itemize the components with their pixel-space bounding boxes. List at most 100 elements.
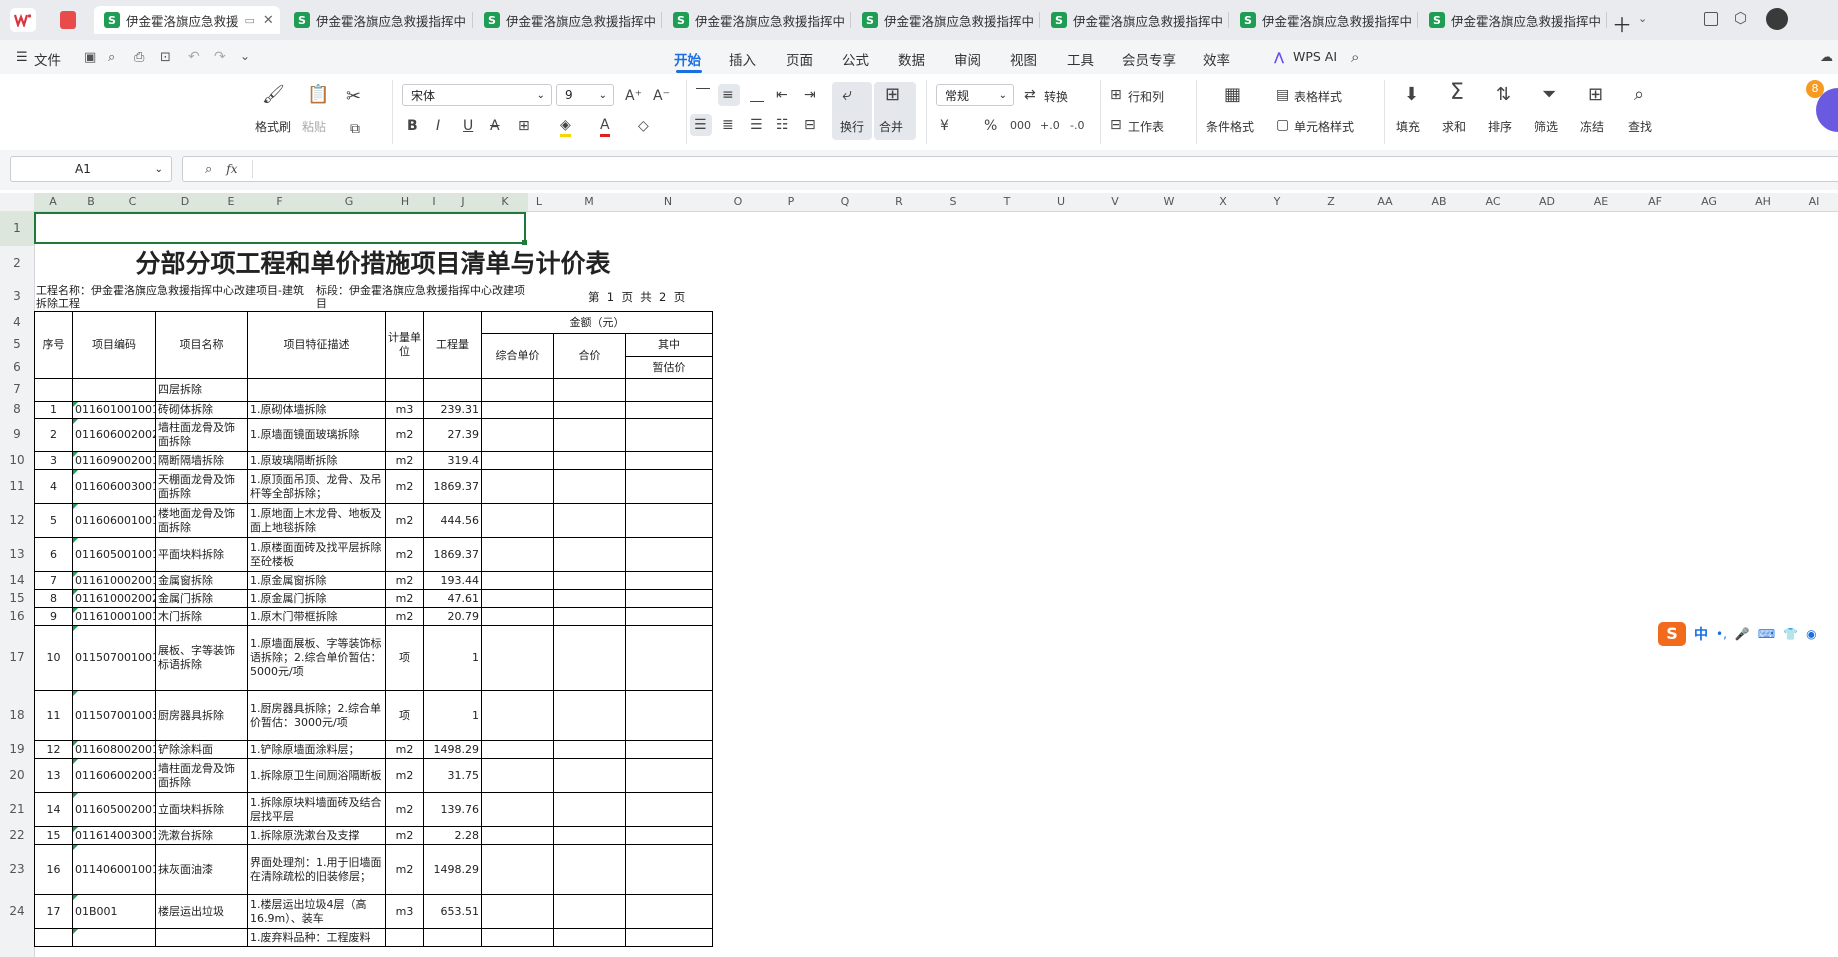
table-row[interactable]: 12 011608002001 铲除涂料面 1.铲除原墙面涂料层； m2 1498.29: [34, 740, 713, 759]
column-header[interactable]: AE: [1574, 193, 1628, 211]
item-total[interactable]: [553, 589, 626, 608]
item-estimate[interactable]: [625, 537, 713, 572]
tab-document[interactable]: S 伊金霍洛旗应急救援指挥中: [1419, 6, 1603, 34]
rows-columns-label[interactable]: 行和列: [1128, 88, 1164, 105]
item-code[interactable]: 011614003001: [72, 826, 156, 845]
item-name[interactable]: 天棚面龙骨及饰面拆除: [155, 469, 248, 504]
item-desc[interactable]: 1.原墙面镜面玻璃拆除: [247, 418, 386, 452]
column-header[interactable]: L: [528, 193, 550, 211]
item-code[interactable]: 011605001001: [72, 537, 156, 572]
item-seq[interactable]: 3: [34, 451, 73, 470]
row-header[interactable]: 19: [0, 740, 34, 758]
item-seq[interactable]: 17: [34, 894, 73, 929]
item-desc[interactable]: 1.原地面上木龙骨、地板及面上地毯拆除: [247, 503, 386, 538]
item-estimate[interactable]: [625, 690, 713, 741]
item-estimate[interactable]: [625, 758, 713, 793]
column-header[interactable]: AH: [1736, 193, 1790, 211]
item-code[interactable]: 011606002002: [72, 418, 156, 452]
row-header[interactable]: 15: [0, 589, 34, 607]
row-header[interactable]: 1: [0, 211, 34, 246]
item-unit-price[interactable]: [481, 607, 554, 626]
column-header[interactable]: Y: [1250, 193, 1304, 211]
filter-label[interactable]: 筛选: [1534, 118, 1558, 135]
item-unit[interactable]: m2: [385, 740, 424, 759]
menu-review[interactable]: 审阅: [954, 49, 981, 69]
column-header[interactable]: AI: [1790, 193, 1838, 211]
font-color-icon[interactable]: A: [600, 116, 610, 137]
font-size-select[interactable]: 9 ⌄: [556, 84, 614, 106]
item-unit[interactable]: m2: [385, 589, 424, 608]
item-total[interactable]: [553, 607, 626, 626]
item-unit-price[interactable]: [481, 418, 554, 452]
column-header[interactable]: I: [424, 193, 444, 211]
item-qty[interactable]: 1869.37: [423, 537, 482, 572]
item-code[interactable]: 011606001001: [72, 503, 156, 538]
find-icon[interactable]: ⌕: [1634, 86, 1644, 104]
item-name[interactable]: 砖砌体拆除: [155, 401, 248, 419]
chevron-down-icon[interactable]: ⌄: [1638, 12, 1647, 25]
item-unit-price[interactable]: [481, 503, 554, 538]
item-qty[interactable]: 1: [423, 690, 482, 741]
item-total[interactable]: [553, 826, 626, 845]
cube-icon[interactable]: ⬡: [1734, 9, 1747, 27]
menu-insert[interactable]: 插入: [729, 49, 756, 69]
item-seq[interactable]: 10: [34, 625, 73, 691]
item-seq[interactable]: 7: [34, 571, 73, 590]
menu-wps-ai[interactable]: WPS AI: [1293, 49, 1337, 64]
decrease-font-icon[interactable]: A⁻: [653, 87, 670, 105]
merge-cells-label[interactable]: 合并: [879, 118, 903, 135]
item-unit-price[interactable]: [481, 792, 554, 827]
item-desc[interactable]: 1.原顶面吊顶、龙骨、及吊杆等全部拆除；: [247, 469, 386, 504]
column-header[interactable]: C: [110, 193, 155, 211]
sort-icon[interactable]: ⇅: [1496, 86, 1511, 104]
item-code[interactable]: 011608002001: [72, 740, 156, 759]
row-header[interactable]: 7: [0, 378, 34, 401]
table-row[interactable]: 4 011606003001 天棚面龙骨及饰面拆除 1.原顶面吊顶、龙骨、及吊杆等全部…: [34, 469, 713, 504]
format-painter-label[interactable]: 格式刷: [255, 118, 291, 135]
column-header[interactable]: M: [550, 193, 628, 211]
item-estimate[interactable]: [625, 571, 713, 590]
worksheet-icon[interactable]: ⊟: [1110, 116, 1122, 134]
table-row[interactable]: 6 011605001001 平面块料拆除 1.原楼面面砖及找平层拆除至砼楼板 m2 18…: [34, 537, 713, 572]
table-style-label[interactable]: 表格样式: [1294, 88, 1342, 105]
fill-icon[interactable]: ⬇: [1404, 86, 1419, 104]
punctuation-icon[interactable]: •,: [1716, 627, 1727, 641]
item-code[interactable]: 011605002001: [72, 792, 156, 827]
item-unit-price[interactable]: [481, 451, 554, 470]
row-header[interactable]: 14: [0, 571, 34, 589]
column-header[interactable]: J: [444, 193, 482, 211]
column-header[interactable]: AD: [1520, 193, 1574, 211]
row-header[interactable]: 11: [0, 469, 34, 503]
item-desc[interactable]: 1.楼层运出垃圾4层（高16.9m）、装车: [247, 894, 386, 929]
column-header[interactable]: W: [1142, 193, 1196, 211]
item-code[interactable]: 011610001001: [72, 607, 156, 626]
menu-member[interactable]: 会员专享: [1122, 49, 1176, 69]
item-unit-price[interactable]: [481, 401, 554, 419]
row-header[interactable]: 18: [0, 690, 34, 740]
row-header[interactable]: 17: [0, 625, 34, 690]
item-qty[interactable]: 27.39: [423, 418, 482, 452]
item-unit[interactable]: m3: [385, 401, 424, 419]
table-row[interactable]: 13 011606002003 墙柱面龙骨及饰面拆除 1.拆除原卫生间厕浴隔断板 m2 3…: [34, 758, 713, 793]
table-row[interactable]: 16 011406001001 抹灰面油漆 界面处理剂：1.用于旧墙面在清除疏松的旧装…: [34, 844, 713, 895]
ime-toolbar[interactable]: S 中 •, 🎤 ⌨ 👕 ◉: [1652, 618, 1838, 650]
column-header[interactable]: B: [72, 193, 110, 211]
currency-icon[interactable]: ¥: [940, 117, 949, 135]
item-unit[interactable]: m2: [385, 503, 424, 538]
item-unit[interactable]: m2: [385, 607, 424, 626]
item-seq[interactable]: 6: [34, 537, 73, 572]
item-qty[interactable]: 193.44: [423, 571, 482, 590]
conditional-format-icon[interactable]: ▦: [1224, 86, 1241, 104]
justify-icon[interactable]: ☷: [776, 116, 789, 134]
item-unit[interactable]: m2: [385, 758, 424, 793]
item-unit[interactable]: m2: [385, 571, 424, 590]
item-name[interactable]: 金属窗拆除: [155, 571, 248, 590]
item-unit-price[interactable]: [481, 758, 554, 793]
item-seq[interactable]: 2: [34, 418, 73, 452]
item-unit-price[interactable]: [481, 826, 554, 845]
column-header[interactable]: AB: [1412, 193, 1466, 211]
close-tab-icon[interactable]: ✕: [263, 13, 274, 28]
item-total[interactable]: [553, 894, 626, 929]
more-chevron-icon[interactable]: ⌄: [240, 49, 250, 63]
row-header[interactable]: 22: [0, 826, 34, 844]
